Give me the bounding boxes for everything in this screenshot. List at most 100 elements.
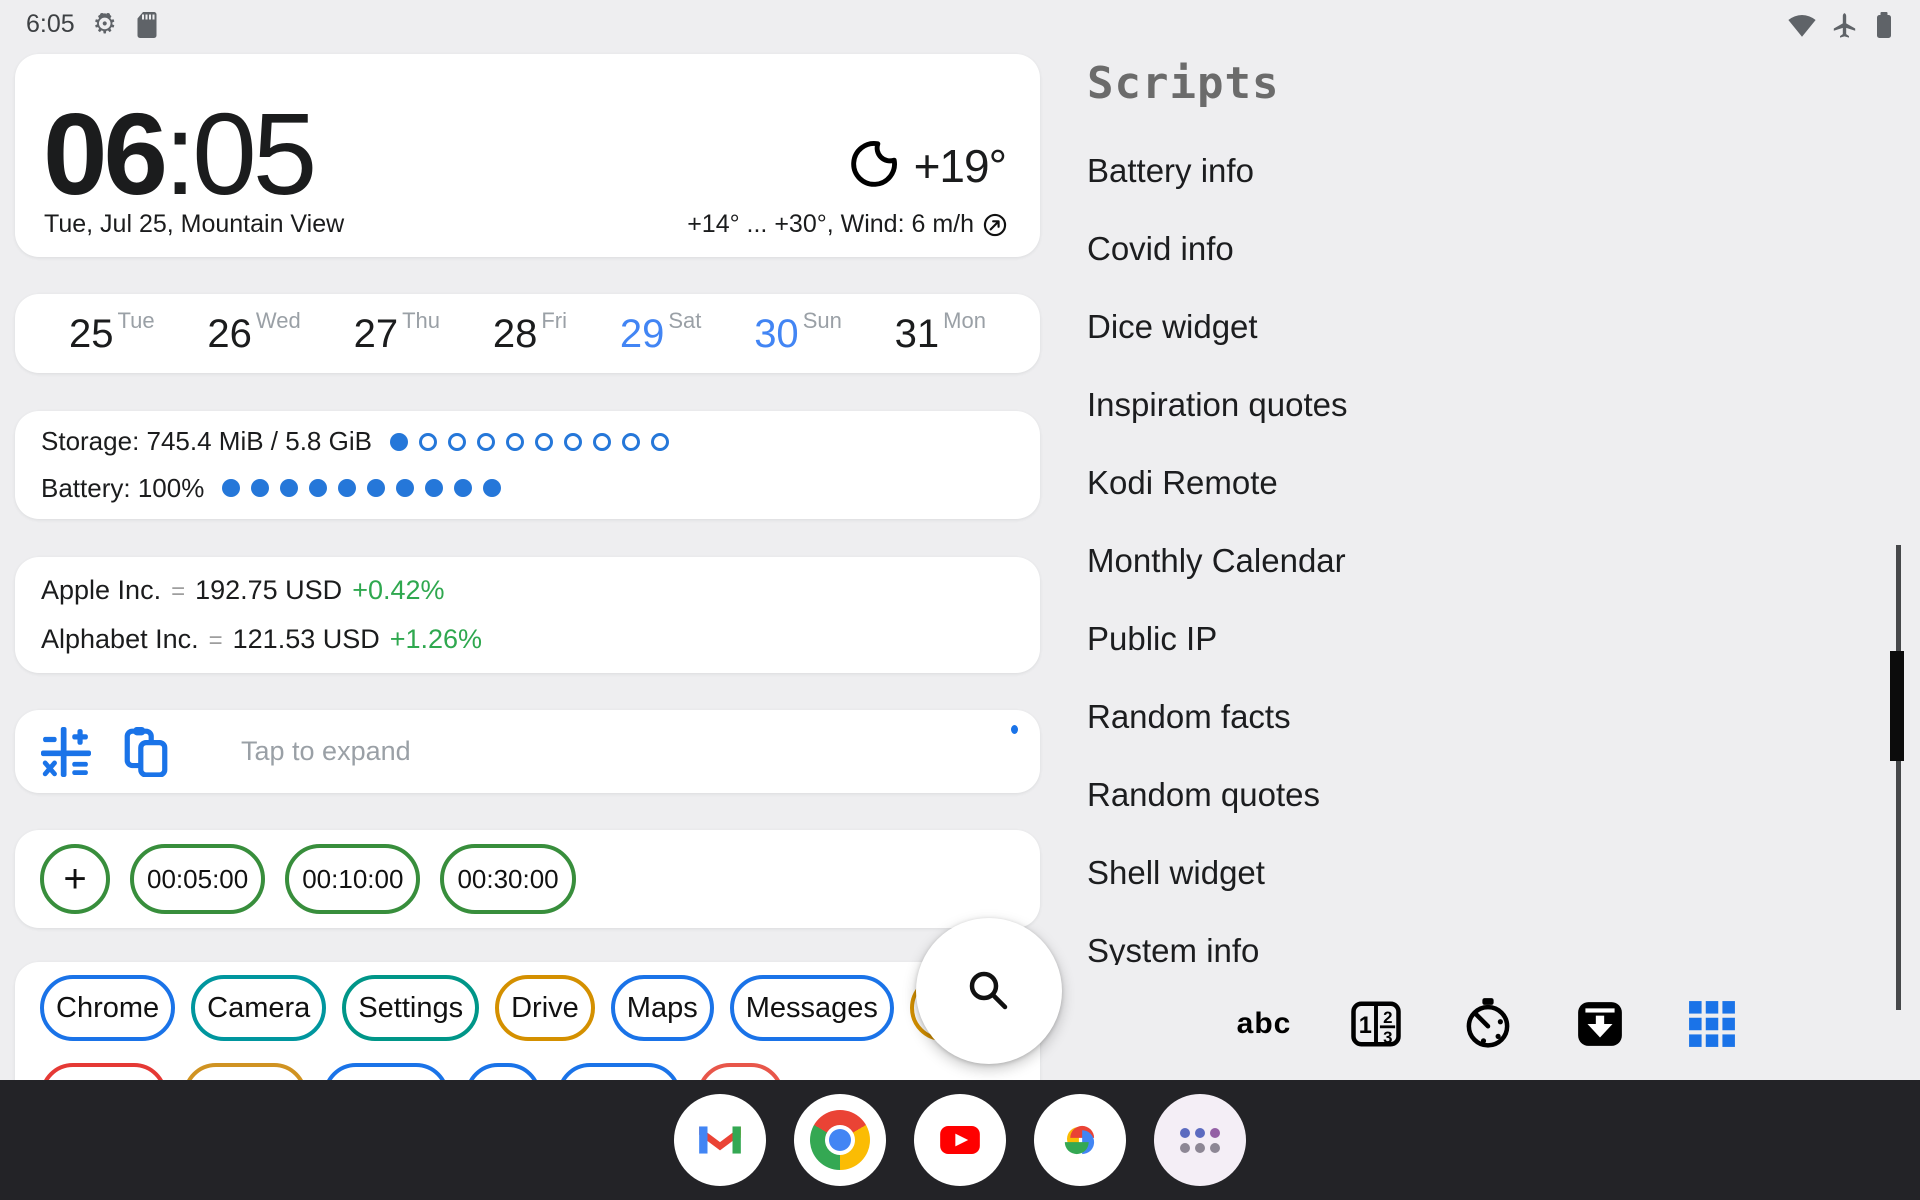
timer-row: + 00:05:00 00:10:00 00:30:00 xyxy=(15,830,1040,928)
week-day-fri[interactable]: 28 Fri xyxy=(493,308,567,354)
import-box-icon[interactable] xyxy=(1572,996,1628,1052)
week-day-number: 27 xyxy=(353,311,399,356)
meter-dot-empty xyxy=(534,432,553,451)
week-day-wed[interactable]: 26 Wed xyxy=(207,308,300,354)
meter-dot-empty xyxy=(650,432,669,451)
week-day-abbr: Sun xyxy=(802,307,842,333)
clock-hour: 06 xyxy=(43,89,168,219)
storage-dots xyxy=(389,432,669,451)
week-day-tue[interactable]: 25 Tue xyxy=(69,308,155,354)
stock-row: Apple Inc. = 192.75 USD +0.42% xyxy=(15,575,1040,606)
airplane-mode-icon xyxy=(1833,13,1856,38)
add-timer-button[interactable]: + xyxy=(40,844,110,914)
numbers-123-icon[interactable]: 1 2 3 xyxy=(1348,996,1404,1052)
script-item[interactable]: Random quotes xyxy=(1087,778,1787,812)
dock-youtube-icon[interactable] xyxy=(914,1094,1006,1186)
week-day-abbr: Fri xyxy=(541,307,567,333)
meter-dot-filled xyxy=(454,479,473,498)
svg-text:2: 2 xyxy=(1383,1008,1392,1027)
meter-dot-empty xyxy=(621,432,640,451)
stocks-widget[interactable]: Apple Inc. = 192.75 USD +0.42% Alphabet Inc.… xyxy=(15,557,1040,673)
week-day-mon[interactable]: 31 Mon xyxy=(895,308,986,354)
week-day-number: 29 xyxy=(619,311,665,356)
svg-text:3: 3 xyxy=(1383,1028,1392,1047)
equals-sign: = xyxy=(171,578,186,605)
meter-dot-empty xyxy=(505,432,524,451)
dock-gmail-icon[interactable] xyxy=(674,1094,766,1186)
equals-sign: = xyxy=(208,627,223,654)
abc-text-icon[interactable]: abc xyxy=(1236,996,1292,1052)
week-day-abbr: Thu xyxy=(402,307,441,333)
week-row: 25 Tue 26 Wed 27 Thu 28 Fri 29 Sat 30 Sun 31 Mon xyxy=(15,294,1040,373)
timer-widget[interactable]: + 00:05:00 00:10:00 00:30:00 xyxy=(15,830,1040,928)
clipboard-copy-icon[interactable] xyxy=(121,726,171,777)
week-day-sat[interactable]: 29 Sat xyxy=(619,308,702,356)
script-item[interactable]: Random facts xyxy=(1087,700,1787,734)
week-day-sun[interactable]: 30 Sun xyxy=(754,308,842,356)
script-item[interactable]: Battery info xyxy=(1087,154,1787,188)
system-update-gear-icon: ⚙ xyxy=(92,9,117,39)
stock-row: Alphabet Inc. = 121.53 USD +1.26% xyxy=(15,624,1040,655)
app-shortcut-maps[interactable]: Maps xyxy=(610,975,714,1041)
calculator-widget[interactable]: Tap to expand xyxy=(15,710,1040,793)
meter-dot-empty xyxy=(563,432,582,451)
meter-dot-empty xyxy=(447,432,466,451)
week-day-abbr: Tue xyxy=(117,307,155,333)
meter-dot-filled xyxy=(222,479,241,498)
scripts-list: Battery info Covid info Dice widget Inspira… xyxy=(1087,154,1787,965)
clock-weather-widget[interactable]: 06:05 +19° Tue, Jul 25, Mountain View +1… xyxy=(15,54,1040,257)
moon-icon xyxy=(850,141,897,187)
abc-label: abc xyxy=(1236,1007,1292,1040)
script-item[interactable]: Inspiration quotes xyxy=(1087,388,1787,422)
app-pill-row-1: ChromeCameraSettingsDriveMapsMessagesPh xyxy=(15,962,1040,1041)
timer-preset-button[interactable]: 00:10:00 xyxy=(285,844,421,914)
meter-dot-filled xyxy=(367,479,386,498)
script-item[interactable]: Public IP xyxy=(1087,622,1787,656)
battery-row: Battery: 100% xyxy=(15,473,1040,504)
app-shortcut-drive[interactable]: Drive xyxy=(495,975,595,1041)
meter-dot-filled xyxy=(389,432,408,451)
week-day-abbr: Wed xyxy=(255,307,301,333)
script-item[interactable]: Shell widget xyxy=(1087,856,1787,890)
app-shortcut-chrome[interactable]: Chrome xyxy=(40,975,176,1041)
calculator-row: Tap to expand xyxy=(15,710,1040,793)
calculator-icon[interactable] xyxy=(41,726,91,777)
app-shortcut-camera[interactable]: Camera xyxy=(191,975,327,1041)
dock-app-drawer-icon[interactable] xyxy=(1154,1094,1246,1186)
storage-battery-widget[interactable]: Storage: 745.4 MiB / 5.8 GiB Battery: 10… xyxy=(15,411,1040,519)
script-item[interactable]: Covid info xyxy=(1087,232,1787,266)
week-day-thu[interactable]: 27 Thu xyxy=(353,308,440,356)
stock-price: 121.53 USD xyxy=(232,624,380,654)
meter-dot-filled xyxy=(251,479,270,498)
script-item[interactable]: Kodi Remote xyxy=(1087,466,1787,500)
meter-dot-empty xyxy=(418,432,437,451)
week-widget[interactable]: 25 Tue 26 Wed 27 Thu 28 Fri 29 Sat 30 Sun 31 Mon xyxy=(15,294,1040,373)
dock xyxy=(0,1080,1920,1200)
dock-chrome-icon[interactable] xyxy=(794,1094,886,1186)
week-day-abbr: Mon xyxy=(943,307,986,333)
script-item[interactable]: Dice widget xyxy=(1087,310,1787,344)
search-fab[interactable] xyxy=(916,918,1062,1064)
wind-direction-icon xyxy=(983,213,1007,236)
meter-dot-filled xyxy=(396,479,415,498)
stock-price: 192.75 USD xyxy=(195,575,343,605)
timer-preset-button[interactable]: 00:05:00 xyxy=(130,844,266,914)
stock-change: +1.26% xyxy=(389,624,483,654)
scrollbar-track[interactable] xyxy=(1896,545,1901,1010)
script-item[interactable]: Monthly Calendar xyxy=(1087,544,1787,578)
dock-photos-icon[interactable] xyxy=(1034,1094,1126,1186)
weather-current[interactable]: +19° xyxy=(844,138,1007,194)
timer-icon[interactable] xyxy=(1460,996,1516,1052)
status-bar: 6:05 ⚙ xyxy=(0,0,1920,49)
apps-grid-icon[interactable] xyxy=(1684,996,1740,1052)
app-shortcut-settings[interactable]: Settings xyxy=(342,975,480,1041)
battery-label: Battery: 100% xyxy=(41,472,205,503)
battery-dots xyxy=(222,479,502,498)
script-item[interactable]: System info xyxy=(1087,934,1787,966)
timer-preset-button[interactable]: 00:30:00 xyxy=(440,844,576,914)
week-day-number: 30 xyxy=(754,311,799,356)
app-shortcut-messages[interactable]: Messages xyxy=(729,975,894,1041)
status-time: 6:05 xyxy=(26,10,75,38)
calculator-hint[interactable]: Tap to expand xyxy=(241,736,411,767)
scrollbar-thumb[interactable] xyxy=(1890,651,1904,761)
